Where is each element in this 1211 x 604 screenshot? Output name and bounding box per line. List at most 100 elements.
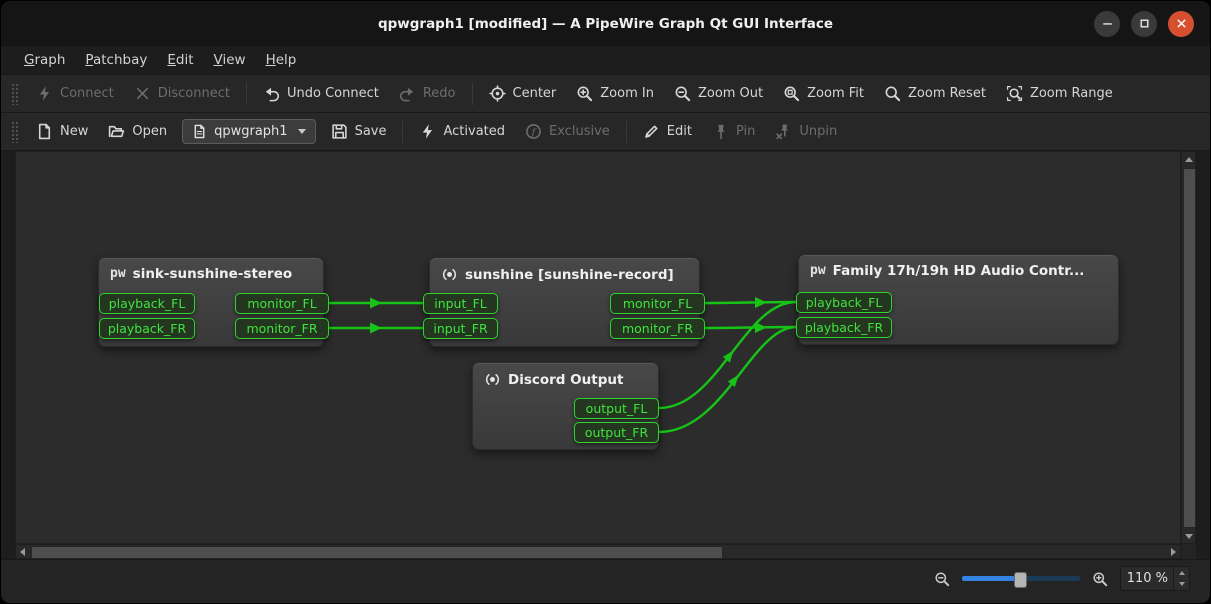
toolbar-drag-handle[interactable]: [11, 83, 19, 105]
central-widget: pw sink-sunshine-stereo sunshine [sunshi…: [15, 151, 1196, 559]
wire-output_FR-playback_FR[interactable]: [659, 327, 796, 432]
zoom-spinbox[interactable]: 110 %: [1120, 566, 1190, 591]
zoom-reset-button[interactable]: Zoom Reset: [875, 80, 995, 107]
unpin-icon: [775, 123, 792, 140]
qpwgraph-window: qpwgraph1 [modified] — A PipeWire Graph …: [0, 0, 1211, 604]
titlebar[interactable]: qpwgraph1 [modified] — A PipeWire Graph …: [1, 1, 1210, 46]
port-monitor_FL[interactable]: monitor_FL: [610, 293, 705, 314]
menu-view[interactable]: View: [205, 49, 255, 71]
spin-up-button[interactable]: [1174, 567, 1189, 579]
redo-button[interactable]: Redo: [390, 80, 465, 107]
toolbar-drag-handle[interactable]: [11, 121, 19, 143]
save-button[interactable]: Save: [322, 118, 396, 145]
edit-button[interactable]: Edit: [634, 118, 701, 145]
triangle-right-icon: [1171, 548, 1176, 556]
vertical-scrollbar[interactable]: [1181, 151, 1196, 544]
port-monitor_FR[interactable]: monitor_FR: [610, 318, 705, 339]
menu-graph[interactable]: Graph: [15, 49, 74, 71]
zoom-slider[interactable]: [962, 568, 1080, 590]
port-playback_FR[interactable]: playback_FR: [796, 317, 892, 338]
maximize-button[interactable]: [1131, 11, 1157, 37]
scroll-down-button[interactable]: [1182, 529, 1195, 543]
disconnect-icon: [134, 85, 151, 102]
disconnect-label: Disconnect: [158, 86, 230, 101]
statusbar-zoom-in-button[interactable]: [1090, 569, 1110, 589]
open-button[interactable]: Open: [99, 118, 176, 145]
slider-handle[interactable]: [1014, 572, 1027, 588]
activated-label: Activated: [443, 124, 505, 139]
zoom-in-button[interactable]: Zoom In: [567, 80, 663, 107]
port-monitor_FR[interactable]: monitor_FR: [235, 318, 329, 339]
toolbar-separator: [402, 121, 403, 143]
pin-icon: [712, 123, 729, 140]
activated-button[interactable]: Activated: [410, 118, 514, 145]
pin-label: Pin: [736, 124, 755, 139]
zoom-value[interactable]: 110 %: [1121, 567, 1173, 590]
horizontal-scrollbar[interactable]: [15, 544, 1181, 559]
horizontal-scroll-thumb[interactable]: [31, 546, 723, 559]
wire-arrow-icon: [370, 298, 382, 309]
zoom-out-button[interactable]: Zoom Out: [665, 80, 772, 107]
scroll-right-button[interactable]: [1167, 545, 1180, 558]
graph-canvas[interactable]: pw sink-sunshine-stereo sunshine [sunshi…: [15, 151, 1181, 544]
new-button[interactable]: New: [27, 118, 97, 145]
graph-toolbar: Connect Disconnect Undo Connect Redo Cen…: [1, 75, 1210, 113]
center-button[interactable]: Center: [480, 80, 566, 107]
scrollbar-corner: [1181, 544, 1196, 559]
save-icon: [331, 123, 348, 140]
patchbay-file-icon: [192, 124, 207, 139]
undo-connect-label: Undo Connect: [287, 86, 379, 101]
port-input_FL[interactable]: input_FL: [423, 293, 498, 314]
unpin-label: Unpin: [799, 124, 837, 139]
zoom-in-label: Zoom In: [600, 86, 654, 101]
patchbay-profile-combo[interactable]: qpwgraph1: [182, 119, 315, 144]
zoom-range-button[interactable]: Zoom Range: [997, 80, 1122, 107]
menu-edit[interactable]: Edit: [158, 49, 202, 71]
pin-button[interactable]: Pin: [703, 118, 764, 145]
port-output_FL[interactable]: output_FL: [574, 398, 659, 419]
port-monitor_FL[interactable]: monitor_FL: [235, 293, 329, 314]
wire-monitor_FL-playback_FL[interactable]: [705, 302, 796, 303]
vertical-scroll-thumb[interactable]: [1183, 168, 1196, 528]
zoom-fit-button[interactable]: Zoom Fit: [774, 80, 873, 107]
zoom-out-icon: [934, 571, 950, 587]
minimize-button[interactable]: [1094, 11, 1120, 37]
slider-fill: [962, 576, 1019, 581]
zoom-reset-icon: [884, 85, 901, 102]
triangle-left-icon: [20, 548, 25, 556]
zoom-range-icon: [1006, 85, 1023, 102]
scroll-up-button[interactable]: [1182, 152, 1195, 166]
zoom-in-icon: [1092, 571, 1108, 587]
port-output_FR[interactable]: output_FR: [574, 422, 659, 443]
scroll-left-button[interactable]: [16, 545, 29, 558]
window-title: qpwgraph1 [modified] — A PipeWire Graph …: [378, 16, 833, 32]
zoom-fit-label: Zoom Fit: [807, 86, 864, 101]
statusbar: 110 %: [1, 559, 1210, 603]
zoom-fit-icon: [783, 85, 800, 102]
triangle-up-icon: [1185, 157, 1193, 162]
menu-help[interactable]: Help: [257, 49, 306, 71]
toolbar-separator: [472, 83, 473, 105]
connect-button[interactable]: Connect: [27, 80, 123, 107]
center-icon: [489, 85, 506, 102]
undo-connect-button[interactable]: Undo Connect: [254, 80, 388, 107]
close-button[interactable]: [1168, 11, 1194, 37]
patchbay-toolbar: New Open qpwgraph1 Save Activated f Excl…: [1, 113, 1210, 151]
statusbar-zoom-out-button[interactable]: [932, 569, 952, 589]
menu-patchbay[interactable]: Patchbay: [76, 49, 156, 71]
triangle-down-icon: [1179, 582, 1185, 586]
port-playback_FL[interactable]: playback_FL: [99, 293, 195, 314]
patchbay-profile-value: qpwgraph1: [214, 124, 287, 139]
exclusive-button[interactable]: f Exclusive: [516, 118, 619, 145]
disconnect-button[interactable]: Disconnect: [125, 80, 239, 107]
wire-arrow-icon: [755, 322, 767, 333]
spin-down-button[interactable]: [1174, 579, 1189, 591]
port-playback_FR[interactable]: playback_FR: [99, 318, 195, 339]
port-input_FR[interactable]: input_FR: [423, 318, 498, 339]
triangle-up-icon: [1179, 571, 1185, 575]
wire-arrow-icon: [755, 297, 767, 308]
edit-pencil-icon: [643, 123, 660, 140]
close-icon: [1174, 16, 1189, 31]
unpin-button[interactable]: Unpin: [766, 118, 846, 145]
port-playback_FL[interactable]: playback_FL: [796, 292, 892, 313]
